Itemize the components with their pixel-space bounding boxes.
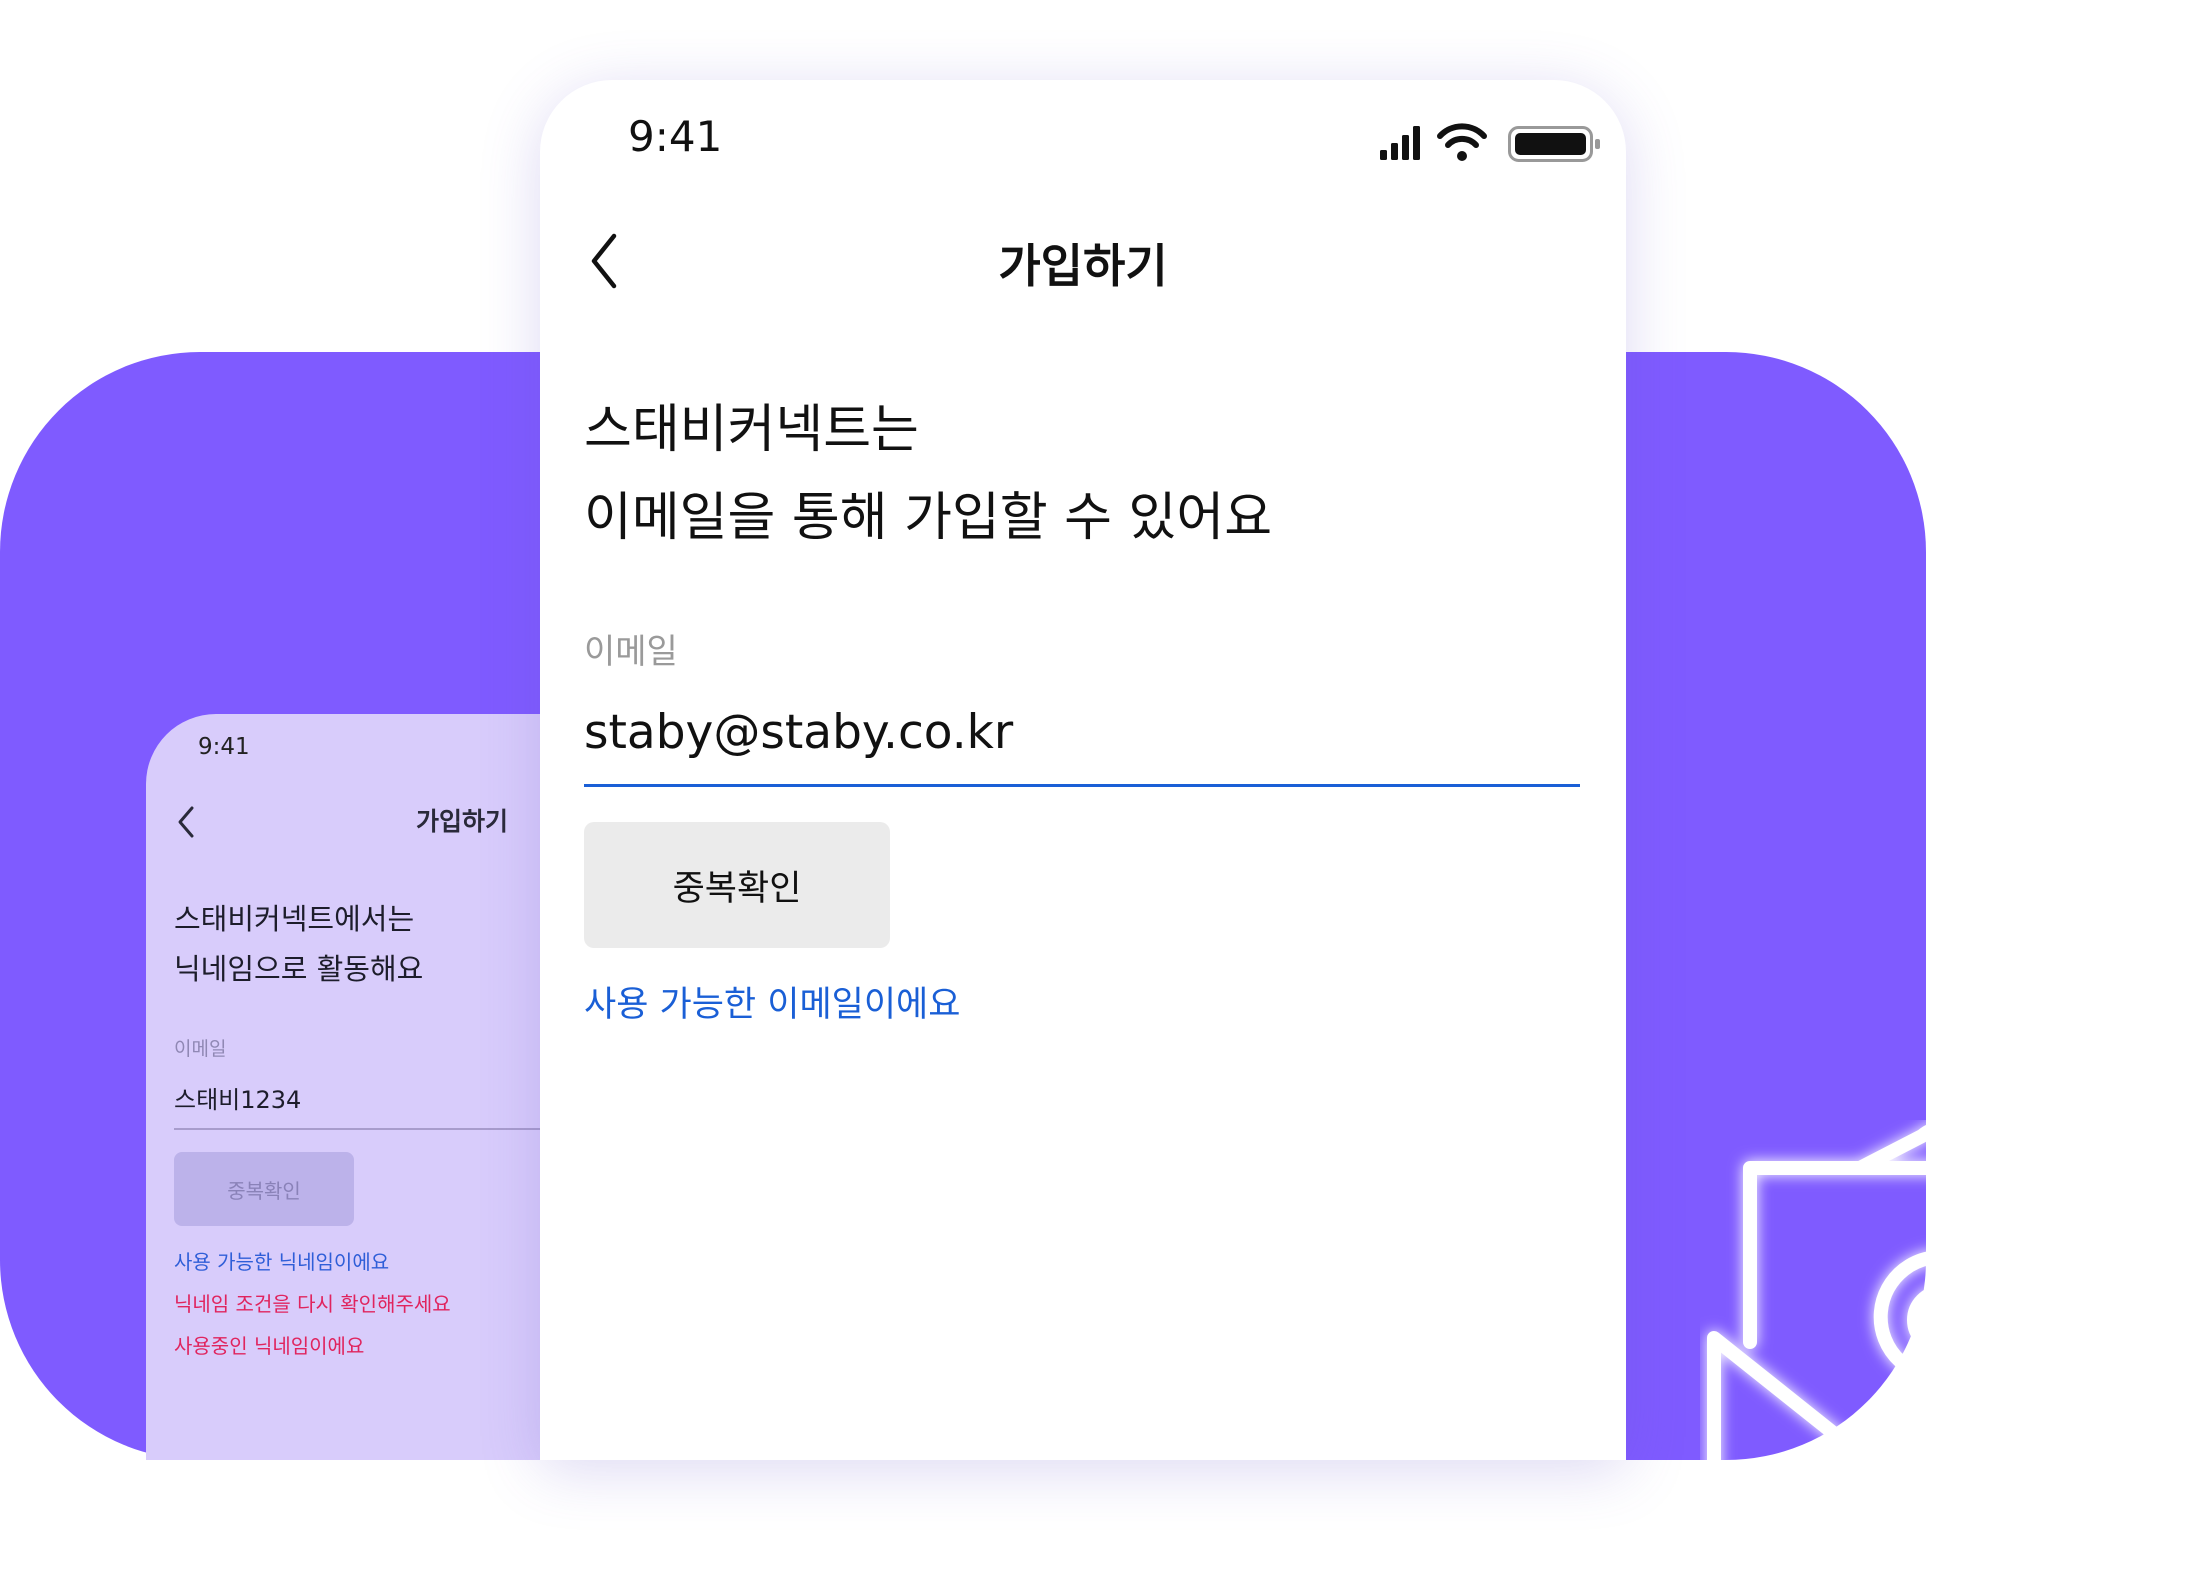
status-time: 9:41 <box>198 734 250 760</box>
field-underline <box>174 1128 546 1130</box>
signup-showcase: 9:41 가입하기 스태비커넥트에서는 닉네임으로 활동해요 이메일 스태비12… <box>0 0 2192 1596</box>
status-message-in-use: 사용중인 닉네임이에요 <box>174 1334 365 1358</box>
status-time: 9:41 <box>628 112 723 161</box>
intro-heading-line: 이메일을 통해 가입할 수 있어요 <box>584 488 1273 548</box>
front-phone-screen: 9:41 가입하기 스태비커넥트는 이메일을 통해 가입할 수 있어요 이메일 … <box>540 80 1626 1460</box>
battery-icon <box>1508 126 1600 162</box>
email-field-underline <box>584 784 1580 787</box>
intro-heading: 스태비커넥트에서는 닉네임으로 활동해요 <box>174 894 423 994</box>
email-available-message: 사용 가능한 이메일이에요 <box>584 985 961 1025</box>
nickname-field[interactable]: 스태비1234 <box>174 1080 301 1115</box>
intro-heading: 스태비커넥트는 이메일을 통해 가입할 수 있어요 <box>584 386 1272 562</box>
wifi-icon <box>1437 123 1487 161</box>
duplicate-check-button[interactable]: 중복확인 <box>584 822 890 948</box>
intro-heading-line: 닉네임으로 활동해요 <box>174 952 424 986</box>
email-field-label: 이메일 <box>584 632 678 672</box>
status-message-available: 사용 가능한 닉네임이에요 <box>174 1250 390 1274</box>
email-field[interactable] <box>584 696 1580 768</box>
intro-heading-line: 스태비커넥트는 <box>584 400 919 460</box>
intro-heading-line: 스태비커넥트에서는 <box>174 902 415 936</box>
status-message-invalid: 닉네임 조건을 다시 확인해주세요 <box>174 1292 451 1316</box>
duplicate-check-button[interactable]: 중복확인 <box>174 1152 354 1226</box>
field-label: 이메일 <box>174 1038 227 1060</box>
status-bar-icons <box>1380 123 1600 162</box>
back-chevron-icon[interactable] <box>170 802 202 842</box>
page-title: 가입하기 <box>416 807 509 836</box>
signal-icon <box>1380 126 1420 160</box>
envelope-at-icon <box>1707 1121 2173 1567</box>
page-title: 가입하기 <box>998 239 1168 293</box>
back-phone-screen: 9:41 가입하기 스태비커넥트에서는 닉네임으로 활동해요 이메일 스태비12… <box>146 714 546 1460</box>
